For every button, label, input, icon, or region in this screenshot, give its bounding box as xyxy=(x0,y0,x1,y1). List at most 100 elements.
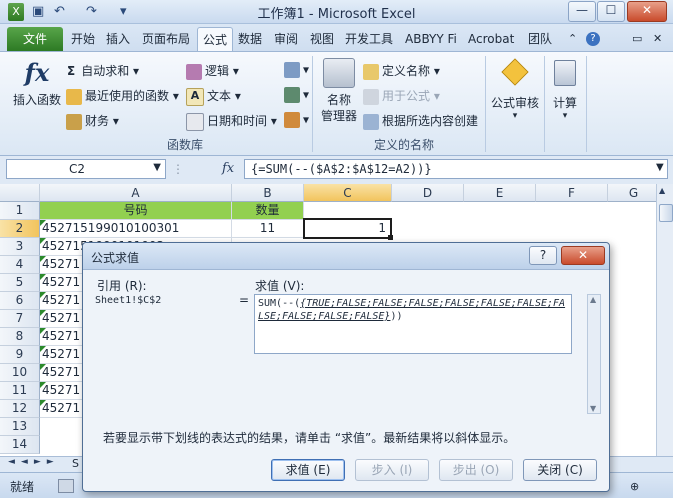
row-header-14[interactable]: 14 xyxy=(0,436,40,454)
tab-home[interactable]: 开始 xyxy=(66,27,100,51)
text-button[interactable]: A 文本 ▾ xyxy=(186,87,241,106)
column-header-B[interactable]: B xyxy=(232,184,304,202)
tab-abbyy[interactable]: ABBYY Fi xyxy=(400,27,462,51)
name-box[interactable]: C2 ▼ xyxy=(6,159,166,179)
tab-team[interactable]: 团队 xyxy=(523,27,557,51)
zoom-in-icon[interactable]: ⊕ xyxy=(630,480,639,493)
row-header-1[interactable]: 1 xyxy=(0,202,40,220)
column-header-G[interactable]: G xyxy=(608,184,660,202)
evaluation-scrollbar[interactable]: ▲ ▼ xyxy=(587,294,601,414)
insert-function-icon[interactable]: fx xyxy=(222,161,234,176)
dialog-help-button[interactable]: ? xyxy=(529,246,557,265)
evaluate-button[interactable]: 求值 (E) xyxy=(271,459,345,481)
name-manager-label: 名称 管理器 xyxy=(320,93,357,123)
row-header-6[interactable]: 6 xyxy=(0,292,40,310)
row-header-13[interactable]: 13 xyxy=(0,418,40,436)
cell-A2[interactable]: 452715199010100301 xyxy=(40,220,232,238)
row-header-7[interactable]: 7 xyxy=(0,310,40,328)
fill-handle[interactable] xyxy=(388,235,393,240)
scroll-up-icon[interactable]: ▲ xyxy=(659,186,665,195)
error-indicator-icon xyxy=(40,364,46,370)
step-out-button[interactable]: 步出 (O) xyxy=(439,459,513,481)
restore-workbook-icon[interactable]: ▭ xyxy=(627,27,647,51)
lookup-button[interactable]: ▾ xyxy=(284,62,309,78)
cell-A5[interactable]: 45271 xyxy=(40,274,84,292)
more-functions-button[interactable]: ▾ xyxy=(284,112,309,128)
name-manager-button[interactable]: 名称 管理器 xyxy=(318,58,360,124)
cell-A4[interactable]: 45271 xyxy=(40,256,84,274)
cell-A12[interactable]: 45271 xyxy=(40,400,84,418)
vertical-scrollbar[interactable]: ▲ xyxy=(656,184,673,456)
expand-formula-bar-icon[interactable]: ▼ xyxy=(656,162,664,173)
cell-B2[interactable]: 11 xyxy=(232,220,304,238)
cell-A8[interactable]: 45271 xyxy=(40,328,84,346)
column-header-D[interactable]: D xyxy=(392,184,464,202)
chevron-down-icon[interactable]: ▼ xyxy=(153,162,161,173)
logical-button[interactable]: 逻辑 ▾ xyxy=(186,62,239,80)
column-header-A[interactable]: A xyxy=(40,184,232,202)
row-header-3[interactable]: 3 xyxy=(0,238,40,256)
formula-auditing-button[interactable]: 公式审核 ▾ xyxy=(488,58,542,121)
cell-A11[interactable]: 45271 xyxy=(40,382,84,400)
name-box-value: C2 xyxy=(69,162,86,176)
tab-data[interactable]: 数据 xyxy=(233,27,267,51)
scroll-down-icon[interactable]: ▼ xyxy=(590,404,596,413)
collapse-ribbon-icon[interactable]: ⌃ xyxy=(563,27,582,51)
maximize-button[interactable]: ☐ xyxy=(597,1,625,22)
autosum-button[interactable]: Σ 自动求和 ▾ xyxy=(67,62,139,79)
dialog-close-x-button[interactable]: ✕ xyxy=(561,246,605,265)
sheet-nav-icon[interactable]: ◄◄►► xyxy=(8,457,60,467)
cell-C2-active[interactable]: 1 xyxy=(303,218,392,239)
cell-A6[interactable]: 45271 xyxy=(40,292,84,310)
macro-record-icon[interactable] xyxy=(58,479,74,493)
sheet-tab-stub[interactable]: S xyxy=(72,457,79,470)
row-header-9[interactable]: 9 xyxy=(0,346,40,364)
row-header-8[interactable]: 8 xyxy=(0,328,40,346)
column-header-F[interactable]: F xyxy=(536,184,608,202)
tab-view[interactable]: 视图 xyxy=(305,27,339,51)
column-header-C[interactable]: C xyxy=(304,184,392,202)
math-button[interactable]: ▾ xyxy=(284,87,309,103)
calculation-button[interactable]: 计算 ▾ xyxy=(548,58,582,121)
tab-acrobat[interactable]: Acrobat xyxy=(463,27,519,51)
row-header-4[interactable]: 4 xyxy=(0,256,40,274)
insert-function-button[interactable]: fx 插入函数 xyxy=(12,58,62,108)
minimize-button[interactable]: — xyxy=(568,1,596,22)
tab-developer[interactable]: 开发工具 xyxy=(340,27,398,51)
select-all-corner[interactable] xyxy=(0,184,40,202)
column-header-E[interactable]: E xyxy=(464,184,536,202)
close-workbook-icon[interactable]: ✕ xyxy=(648,27,667,51)
cell-A6-value: 45271 xyxy=(42,293,81,307)
cell-A10[interactable]: 45271 xyxy=(40,364,84,382)
scroll-up-icon[interactable]: ▲ xyxy=(590,295,596,304)
row-header-2[interactable]: 2 xyxy=(0,220,40,238)
close-button[interactable]: ✕ xyxy=(627,1,667,22)
datetime-button[interactable]: 日期和时间 ▾ xyxy=(186,112,277,131)
step-in-button[interactable]: 步入 (I) xyxy=(355,459,429,481)
evaluation-box[interactable]: SUM(--({TRUE;FALSE;FALSE;FALSE;FALSE;FAL… xyxy=(254,294,572,354)
row-header-10[interactable]: 10 xyxy=(0,364,40,382)
cell-A7[interactable]: 45271 xyxy=(40,310,84,328)
tab-insert[interactable]: 插入 xyxy=(101,27,135,51)
help-icon[interactable]: ? xyxy=(586,32,600,46)
use-in-formula-button[interactable]: 用于公式 ▾ xyxy=(363,87,440,105)
row-header-12[interactable]: 12 xyxy=(0,400,40,418)
row-header-5[interactable]: 5 xyxy=(0,274,40,292)
logical-label: 逻辑 xyxy=(205,64,230,78)
row-header-11[interactable]: 11 xyxy=(0,382,40,400)
formula-input[interactable]: {=SUM(--($A$2:$A$12=A2))} xyxy=(244,159,668,179)
recent-label: 最近使用的函数 xyxy=(85,89,170,103)
financial-button[interactable]: 财务 ▾ xyxy=(66,112,119,130)
dialog-close-button[interactable]: 关闭 (C) xyxy=(523,459,597,481)
create-from-selection-button[interactable]: 根据所选内容创建 xyxy=(363,112,478,130)
tab-formulas[interactable]: 公式 xyxy=(197,27,234,52)
cell-A1[interactable]: 号码 xyxy=(40,202,232,220)
cell-B1[interactable]: 数量 xyxy=(232,202,304,220)
scroll-thumb[interactable] xyxy=(659,204,673,222)
tab-page-layout[interactable]: 页面布局 xyxy=(137,27,195,51)
tab-file[interactable]: 文件 xyxy=(7,27,63,51)
define-name-button[interactable]: 定义名称 ▾ xyxy=(363,62,440,80)
tab-review[interactable]: 审阅 xyxy=(269,27,303,51)
recent-functions-button[interactable]: 最近使用的函数 ▾ xyxy=(66,87,179,105)
cell-A9[interactable]: 45271 xyxy=(40,346,84,364)
